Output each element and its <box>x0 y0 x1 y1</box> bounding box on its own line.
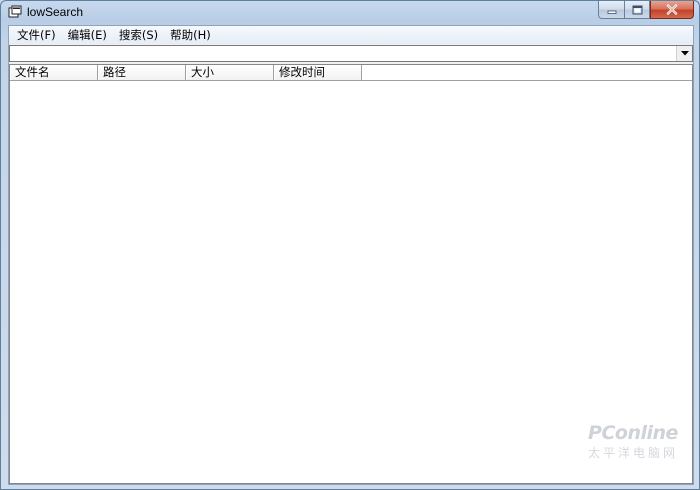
window-title: lowSearch <box>27 5 84 19</box>
column-header-path[interactable]: 路径 <box>98 65 186 80</box>
column-header-filler <box>362 65 692 80</box>
maximize-icon <box>632 5 642 14</box>
column-header-size[interactable]: 大小 <box>186 65 274 80</box>
search-dropdown-button[interactable] <box>676 46 692 61</box>
watermark: PConline 太平洋电脑网 <box>588 422 678 461</box>
chevron-down-icon <box>680 51 689 56</box>
menu-file[interactable]: 文件(F) <box>11 26 62 44</box>
minimize-icon <box>607 10 616 14</box>
caption-buttons <box>598 1 694 19</box>
app-window: lowSearch 文件(F) 编辑(E) 搜索(S) 帮助(H) 文件名 路径… <box>0 0 700 490</box>
maximize-button[interactable] <box>624 1 650 19</box>
close-button[interactable] <box>650 1 694 19</box>
column-header-modified[interactable]: 修改时间 <box>274 65 362 80</box>
menu-help[interactable]: 帮助(H) <box>164 26 217 44</box>
search-combobox[interactable] <box>9 45 693 62</box>
watermark-subtitle: 太平洋电脑网 <box>587 446 678 460</box>
list-header: 文件名 路径 大小 修改时间 <box>10 65 692 81</box>
app-icon <box>8 5 22 18</box>
menu-edit[interactable]: 编辑(E) <box>62 26 113 44</box>
menu-search[interactable]: 搜索(S) <box>113 26 164 44</box>
client-area: 文件(F) 编辑(E) 搜索(S) 帮助(H) 文件名 路径 大小 修改时间 P… <box>8 25 694 485</box>
menu-bar: 文件(F) 编辑(E) 搜索(S) 帮助(H) <box>9 26 693 44</box>
close-icon <box>666 4 678 15</box>
results-list[interactable]: 文件名 路径 大小 修改时间 PConline 太平洋电脑网 <box>9 64 693 484</box>
watermark-brand: PConline <box>588 422 678 444</box>
column-header-filename[interactable]: 文件名 <box>10 65 98 80</box>
search-input[interactable] <box>10 46 676 61</box>
minimize-button[interactable] <box>598 1 624 19</box>
title-bar[interactable]: lowSearch <box>1 1 699 23</box>
